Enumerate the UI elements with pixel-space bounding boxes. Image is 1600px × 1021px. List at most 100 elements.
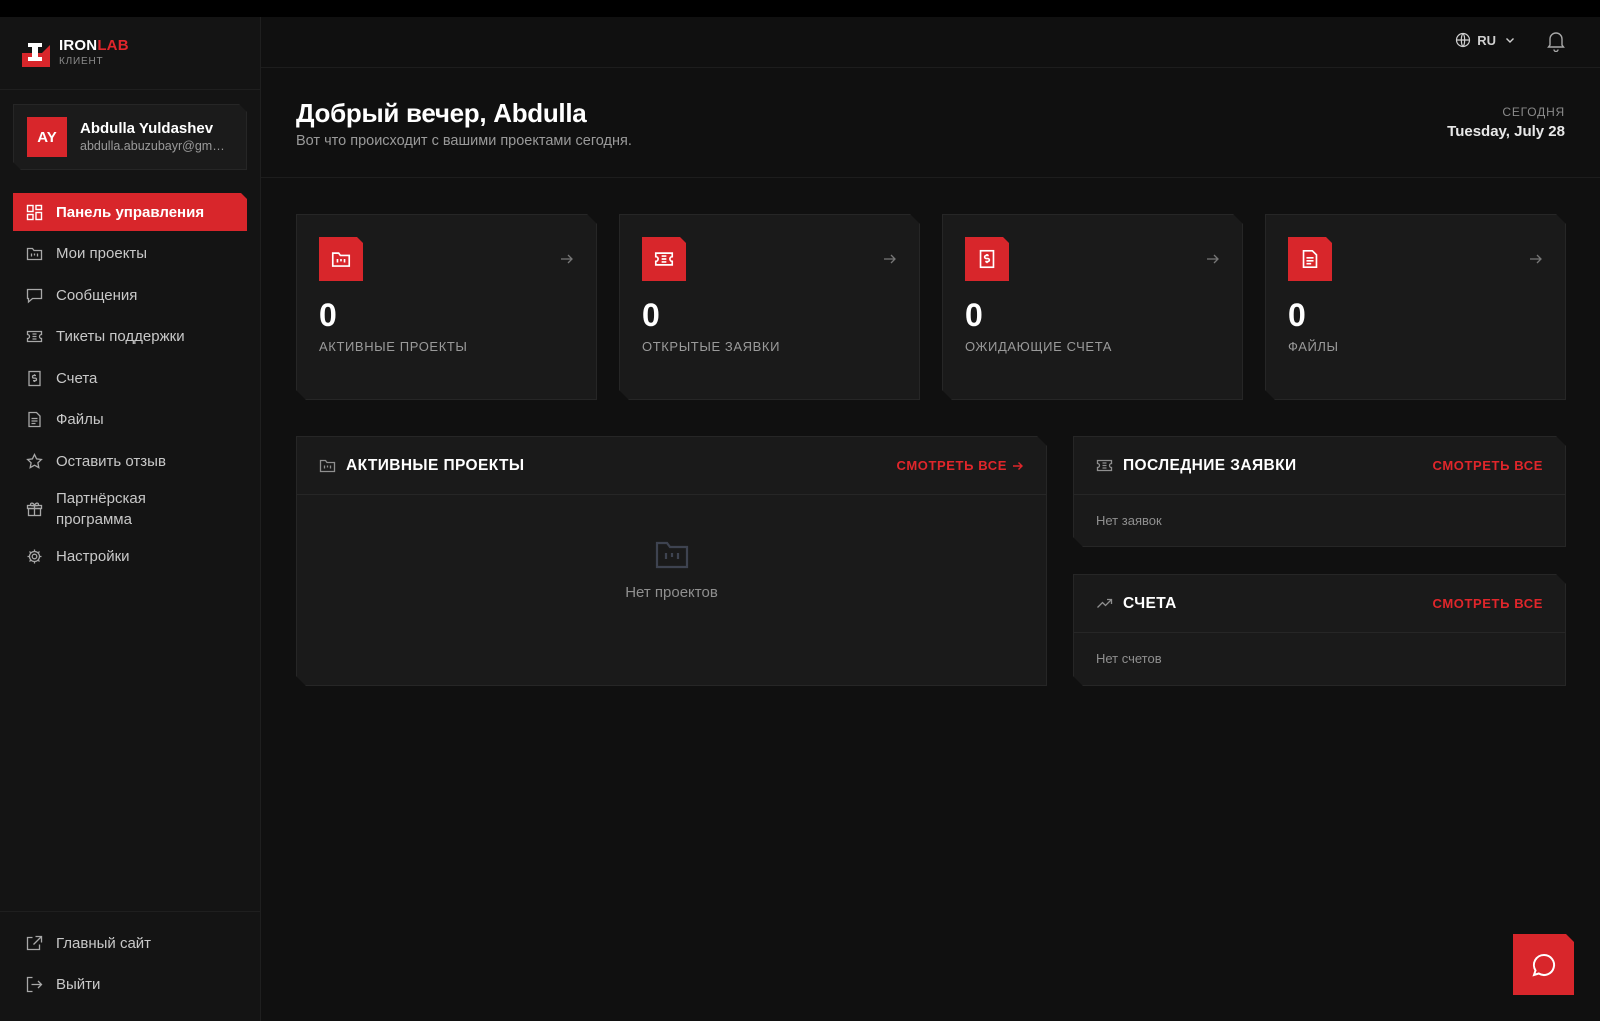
arrow-right-icon bbox=[560, 253, 574, 265]
gift-icon bbox=[26, 500, 43, 517]
sidebar-item-review[interactable]: Оставить отзыв bbox=[13, 442, 247, 480]
logout-icon bbox=[26, 976, 43, 993]
sidebar-item-files[interactable]: Файлы bbox=[13, 401, 247, 439]
language-label: RU bbox=[1477, 32, 1496, 48]
app-window: IRONLAB КЛИЕНТ AY Abdulla Yuldashev abdu… bbox=[0, 17, 1600, 1021]
empty-invoices-text: Нет счетов bbox=[1096, 651, 1162, 666]
today-label: СЕГОДНЯ bbox=[1502, 105, 1565, 119]
avatar: AY bbox=[27, 117, 67, 157]
sidebar-item-tickets[interactable]: Тикеты поддержки bbox=[13, 318, 247, 356]
chevron-down-icon bbox=[1506, 38, 1514, 43]
sidebar-item-label: Тикеты поддержки bbox=[56, 328, 185, 345]
chat-button[interactable] bbox=[1513, 934, 1574, 995]
stat-label: ФАЙЛЫ bbox=[1288, 339, 1339, 354]
sidebar-item-projects[interactable]: Мои проекты bbox=[13, 235, 247, 273]
stat-label: ОЖИДАЮЩИЕ СЧЕТА bbox=[965, 339, 1113, 354]
stat-label: АКТИВНЫЕ ПРОЕКТЫ bbox=[319, 339, 468, 354]
sidebar-item-label: Панель управления bbox=[56, 203, 205, 221]
empty-folder-icon bbox=[655, 539, 689, 569]
view-all-invoices-link[interactable]: СМОТРЕТЬ ВСЕ bbox=[1433, 596, 1544, 611]
file-icon bbox=[26, 411, 43, 428]
external-link-icon bbox=[26, 935, 43, 952]
user-email: abdulla.abuzubayr@gmail.com bbox=[80, 139, 229, 153]
messages-icon bbox=[26, 287, 43, 304]
stat-value: 0 bbox=[642, 297, 660, 333]
brand-name: IRONLAB bbox=[59, 37, 129, 54]
gear-icon bbox=[26, 548, 43, 565]
star-icon bbox=[26, 452, 43, 470]
empty-tickets-text: Нет заявок bbox=[1096, 513, 1162, 528]
sidebar-item-label: Главный сайт bbox=[56, 934, 152, 952]
stat-value: 0 bbox=[319, 297, 337, 333]
stat-card-open-tickets[interactable]: 0 ОТКРЫТЫЕ ЗАЯВКИ bbox=[619, 214, 920, 400]
invoice-icon bbox=[26, 370, 43, 387]
projects-icon bbox=[319, 237, 363, 281]
arrow-right-icon bbox=[883, 253, 897, 265]
brand[interactable]: IRONLAB КЛИЕНТ bbox=[0, 17, 260, 90]
page-subtitle: Вот что происходит с вашими проектами се… bbox=[296, 133, 632, 149]
sidebar-item-label: Сообщения bbox=[56, 286, 138, 304]
sidebar-item-label: Оставить отзыв bbox=[56, 452, 166, 470]
sidebar-item-main-site[interactable]: Главный сайт bbox=[13, 924, 247, 962]
panel-title: ПОСЛЕДНИЕ ЗАЯВКИ bbox=[1123, 456, 1297, 474]
invoices-panel: СЧЕТА СМОТРЕТЬ ВСЕ Нет счетов bbox=[1073, 574, 1566, 686]
sidebar-item-label: Файлы bbox=[56, 411, 104, 428]
panel-header: ПОСЛЕДНИЕ ЗАЯВКИ СМОТРЕТЬ ВСЕ bbox=[1074, 437, 1565, 495]
sidebar-item-label: Выйти bbox=[56, 976, 101, 993]
sidebar-item-partner[interactable]: Партнёрская программа bbox=[13, 484, 247, 534]
page-title: Добрый вечер, Abdulla bbox=[296, 98, 587, 128]
ticket-icon bbox=[26, 328, 43, 345]
stat-label: ОТКРЫТЫЕ ЗАЯВКИ bbox=[642, 339, 781, 354]
trending-up-icon bbox=[1096, 595, 1113, 612]
view-all-tickets-link[interactable]: СМОТРЕТЬ ВСЕ bbox=[1433, 458, 1544, 473]
recent-tickets-panel: ПОСЛЕДНИЕ ЗАЯВКИ СМОТРЕТЬ ВСЕ Нет заявок bbox=[1073, 436, 1566, 547]
today-date: Tuesday, July 28 bbox=[1447, 123, 1565, 140]
sidebar-item-label: Партнёрская программа bbox=[56, 489, 146, 528]
bell-icon bbox=[1547, 32, 1565, 53]
brand-subtitle: КЛИЕНТ bbox=[59, 56, 104, 67]
stats-row: 0 АКТИВНЫЕ ПРОЕКТЫ 0 ОТКРЫТЫЕ ЗАЯВКИ 0 О… bbox=[296, 214, 1566, 400]
empty-projects-text: Нет проектов bbox=[625, 584, 718, 601]
sidebar-item-label: Счета bbox=[56, 369, 98, 387]
stat-card-files[interactable]: 0 ФАЙЛЫ bbox=[1265, 214, 1566, 400]
sidebar-item-label: Мои проекты bbox=[56, 245, 148, 262]
empty-state: Нет проектов bbox=[297, 539, 1046, 601]
stat-card-pending-invoices[interactable]: 0 ОЖИДАЮЩИЕ СЧЕТА bbox=[942, 214, 1243, 400]
panel-title: СЧЕТА bbox=[1123, 594, 1177, 612]
ticket-icon bbox=[1096, 457, 1113, 474]
arrow-right-icon bbox=[1206, 253, 1220, 265]
arrow-right-icon bbox=[1529, 253, 1543, 265]
panel-title: АКТИВНЫЕ ПРОЕКТЫ bbox=[346, 456, 525, 474]
sidebar-item-settings[interactable]: Настройки bbox=[13, 537, 247, 575]
projects-icon bbox=[319, 457, 336, 474]
stat-value: 0 bbox=[1288, 297, 1306, 333]
sidebar-footer: Главный сайт Выйти bbox=[0, 911, 260, 1021]
view-all-projects-link[interactable]: СМОТРЕТЬ ВСЕ bbox=[897, 458, 1025, 473]
language-selector[interactable]: RU bbox=[1455, 32, 1516, 48]
arrow-right-icon bbox=[1012, 461, 1024, 471]
notifications-button[interactable] bbox=[1546, 30, 1566, 57]
stat-card-active-projects[interactable]: 0 АКТИВНЫЕ ПРОЕКТЫ bbox=[296, 214, 597, 400]
sidebar-item-invoices[interactable]: Счета bbox=[13, 359, 247, 397]
sidebar-item-logout[interactable]: Выйти bbox=[13, 966, 247, 1004]
page-header: Добрый вечер, Abdulla Вот что происходит… bbox=[261, 68, 1600, 178]
active-projects-panel: АКТИВНЫЕ ПРОЕКТЫ СМОТРЕТЬ ВСЕ Нет проект… bbox=[296, 436, 1047, 686]
user-name: Abdulla Yuldashev bbox=[80, 120, 214, 137]
file-icon bbox=[1288, 237, 1332, 281]
panel-header: СЧЕТА СМОТРЕТЬ ВСЕ bbox=[1074, 575, 1565, 633]
user-card[interactable]: AY Abdulla Yuldashev abdulla.abuzubayr@g… bbox=[13, 104, 247, 170]
sidebar-nav: Панель управления Мои проекты Сообщения … bbox=[13, 193, 247, 579]
sidebar: IRONLAB КЛИЕНТ AY Abdulla Yuldashev abdu… bbox=[0, 17, 261, 1021]
ironlab-logo-icon bbox=[22, 43, 50, 67]
globe-icon bbox=[1456, 32, 1471, 48]
sidebar-item-label: Настройки bbox=[56, 547, 130, 565]
chat-bubble-icon bbox=[1531, 952, 1557, 978]
dashboard-icon bbox=[26, 204, 43, 221]
ticket-icon bbox=[642, 237, 686, 281]
sidebar-item-dashboard[interactable]: Панель управления bbox=[13, 193, 247, 231]
topbar: RU bbox=[261, 17, 1600, 68]
sidebar-item-messages[interactable]: Сообщения bbox=[13, 276, 247, 314]
projects-icon bbox=[26, 245, 43, 262]
panel-header: АКТИВНЫЕ ПРОЕКТЫ СМОТРЕТЬ ВСЕ bbox=[297, 437, 1046, 495]
main-content: RU Добрый вечер, Abdulla Вот что происхо… bbox=[261, 17, 1600, 1021]
